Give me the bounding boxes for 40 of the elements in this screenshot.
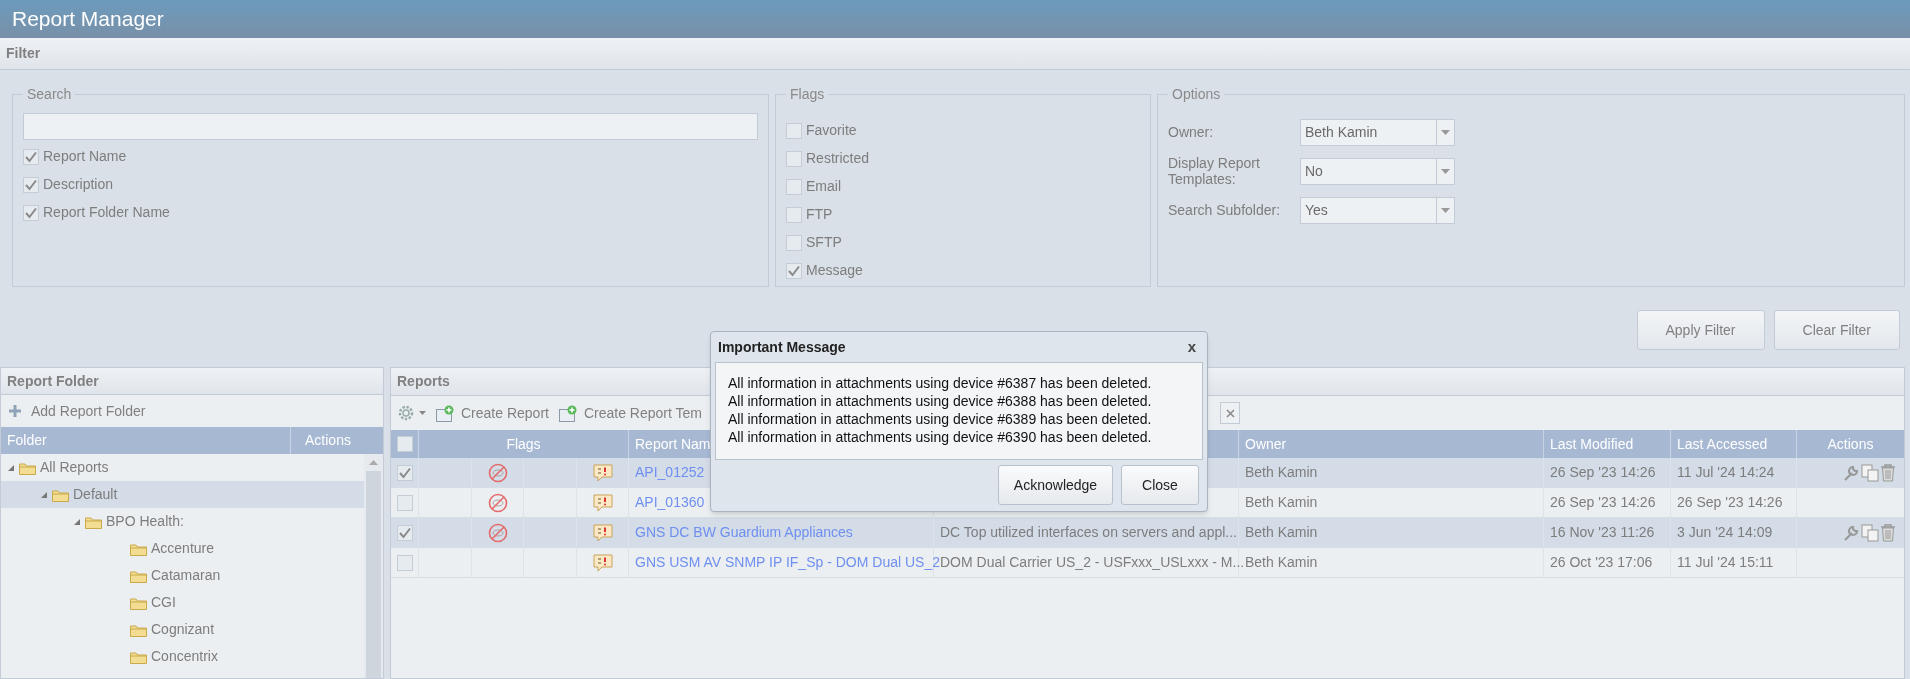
- panel-title: Reports: [397, 372, 450, 391]
- column-header: Folder: [1, 427, 291, 454]
- table-cell-text: 26 Oct '23 17:06: [1550, 553, 1653, 572]
- dialog-title: Important Message: [718, 337, 846, 357]
- message-text: All information in attachments using device #6387 has been deleted.: [728, 374, 1153, 392]
- fieldset-legend: Options: [1168, 84, 1225, 105]
- table-cell-text: 26 Sep '23 14:26: [1550, 493, 1656, 512]
- table-cell-text: Beth Kamin: [1245, 493, 1318, 512]
- table-cell-text: 3 Jun '24 14:09: [1677, 523, 1773, 542]
- table-cell-text: DC Top utilized interfaces on servers and appl...: [940, 523, 1237, 542]
- checkbox-label: SFTP: [806, 233, 842, 252]
- field-label: Search Subfolder:: [1168, 202, 1282, 218]
- checkbox-label: Description: [43, 175, 114, 194]
- window-title: Report Manager: [12, 6, 164, 33]
- table-cell-text: 26 Sep '23 14:26: [1550, 463, 1656, 482]
- checkbox-label: Email: [806, 177, 841, 196]
- column-header: Actions: [1826, 434, 1875, 454]
- table-cell-text: Beth Kamin: [1245, 523, 1318, 542]
- checkbox-label: Report Name: [43, 147, 127, 166]
- checkbox-label: Message: [806, 261, 863, 280]
- table-cell-text: 11 Jul '24 15:11: [1677, 553, 1774, 572]
- panel-title: Report Folder: [7, 371, 99, 391]
- table-cell-text: Beth Kamin: [1245, 553, 1318, 572]
- message-text: All information in attachments using device #6388 has been deleted.: [728, 392, 1153, 410]
- table-cell-text: 11 Jul '24 14:24: [1677, 463, 1775, 482]
- field-label: Display Report Templates:: [1168, 155, 1261, 187]
- checkbox-label: Report Folder Name: [43, 203, 170, 222]
- field-label: Owner:: [1168, 124, 1215, 140]
- checkbox-label: Restricted: [806, 149, 870, 168]
- table-cell-text: 26 Sep '23 14:26: [1677, 493, 1783, 512]
- filter-title: Filter: [6, 44, 41, 63]
- message-text: All information in attachments using device #6389 has been deleted.: [728, 410, 1153, 428]
- table-cell-text: Beth Kamin: [1245, 463, 1318, 482]
- table-cell-text: 16 Nov '23 11:26: [1550, 523, 1655, 542]
- table-cell-text: DOM Dual Carrier US_2 - USFxxx_USLxxx - M...: [940, 553, 1245, 572]
- fieldset-legend: Search: [23, 84, 76, 105]
- fieldset-legend: Flags: [786, 84, 829, 105]
- checkbox-label: Favorite: [806, 121, 857, 140]
- column-header: Actions: [304, 431, 352, 450]
- checkbox-label: FTP: [806, 205, 833, 224]
